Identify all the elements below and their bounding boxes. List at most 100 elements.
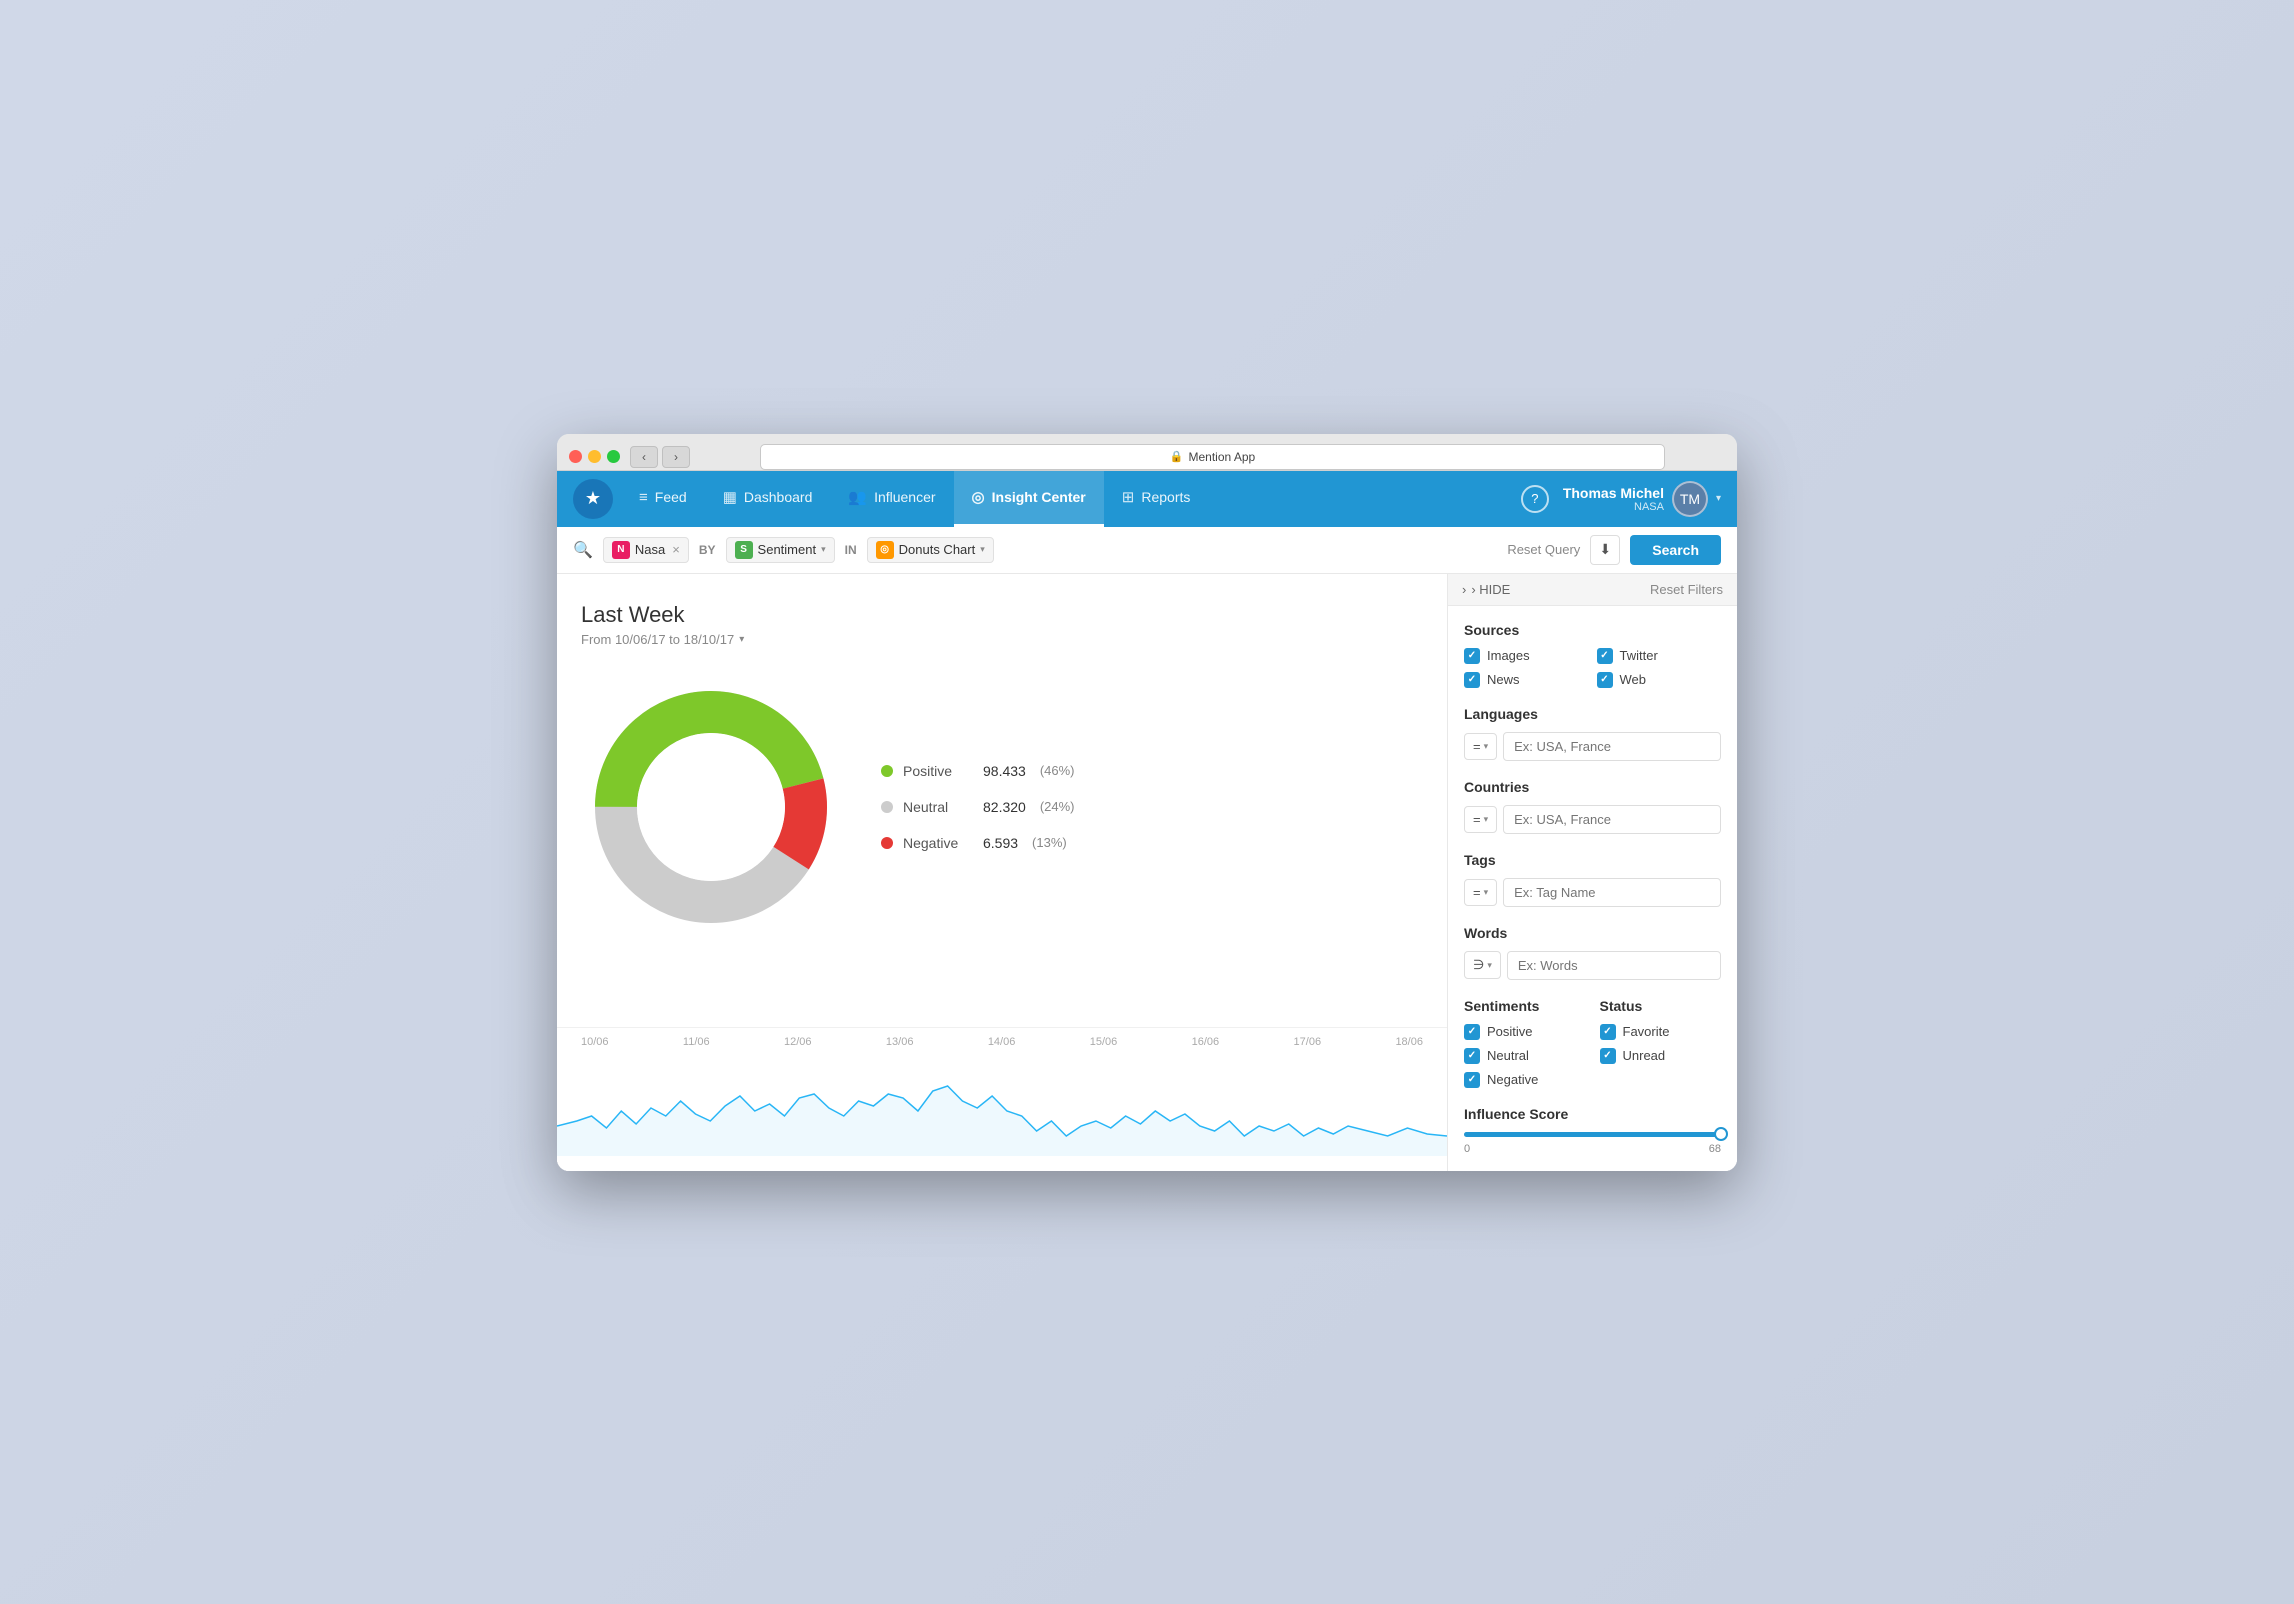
sentiment-neutral-checkbox[interactable] [1464, 1048, 1480, 1064]
sentiments-checkboxes: Positive Neutral Negative [1464, 1024, 1586, 1088]
period-range[interactable]: From 10/06/17 to 18/10/17 ▾ [581, 632, 1423, 647]
source-web[interactable]: Web [1597, 672, 1722, 688]
words-op-arrow-icon: ▾ [1487, 960, 1492, 971]
sentiment-positive-checkbox[interactable] [1464, 1024, 1480, 1040]
period-range-text: From 10/06/17 to 18/10/17 [581, 632, 734, 647]
languages-op[interactable]: = ▾ [1464, 733, 1497, 760]
slider-track [1464, 1132, 1721, 1137]
slider-labels: 0 68 [1464, 1143, 1721, 1155]
sentiment-positive[interactable]: Positive [1464, 1024, 1586, 1040]
positive-value: 98.433 [983, 763, 1026, 779]
close-button[interactable] [569, 450, 582, 463]
query-tag-donuts-chart[interactable]: ◎ Donuts Chart ▾ [867, 537, 994, 563]
donuts-dropdown-icon: ▾ [980, 544, 985, 555]
query-tag-sentiment[interactable]: S Sentiment ▾ [726, 537, 835, 563]
status-favorite[interactable]: Favorite [1600, 1024, 1722, 1040]
date-4: 14/06 [988, 1036, 1016, 1048]
chart-section: Last Week From 10/06/17 to 18/10/17 ▾ [557, 574, 1447, 1171]
words-input[interactable] [1507, 951, 1721, 980]
words-row: ∋ ▾ [1464, 951, 1721, 980]
forward-button[interactable]: › [662, 446, 690, 468]
nav-items: ≡ Feed ▦ Dashboard 👥 Influencer ◎ Insigh… [621, 471, 1521, 527]
slider-max: 68 [1709, 1143, 1721, 1155]
words-op[interactable]: ∋ ▾ [1464, 951, 1501, 979]
nav-item-label: Influencer [874, 489, 935, 505]
chevron-down-icon: ▾ [1716, 493, 1721, 504]
countries-op-arrow-icon: ▾ [1484, 814, 1489, 825]
news-label: News [1487, 672, 1520, 687]
tags-op-label: = [1473, 885, 1481, 900]
web-checkbox[interactable] [1597, 672, 1613, 688]
hide-button[interactable]: › › HIDE [1462, 582, 1510, 597]
languages-op-label: = [1473, 739, 1481, 754]
dashboard-icon: ▦ [723, 488, 737, 506]
unread-checkbox[interactable] [1600, 1048, 1616, 1064]
address-bar[interactable]: 🔒 Mention App [760, 444, 1665, 470]
hide-bar: › › HIDE Reset Filters [1448, 574, 1737, 606]
words-title: Words [1464, 925, 1721, 941]
date-7: 17/06 [1294, 1036, 1322, 1048]
help-button[interactable]: ? [1521, 485, 1549, 513]
sentiment-negative-checkbox[interactable] [1464, 1072, 1480, 1088]
sentiments-status-row: Sentiments Positive Neutral [1464, 998, 1721, 1088]
back-button[interactable]: ‹ [630, 446, 658, 468]
influence-score-section: Influence Score 0 68 [1464, 1106, 1721, 1155]
period-range-arrow-icon: ▾ [739, 634, 744, 645]
sentiment-neutral[interactable]: Neutral [1464, 1048, 1586, 1064]
nav-logo[interactable]: ★ [573, 479, 613, 519]
download-button[interactable]: ⬇ [1590, 535, 1620, 565]
status-unread[interactable]: Unread [1600, 1048, 1722, 1064]
nav-item-insight-center[interactable]: ◎ Insight Center [954, 471, 1104, 527]
hide-arrow-icon: › [1462, 582, 1466, 597]
nav-item-label: Dashboard [744, 489, 813, 505]
countries-row: = ▾ [1464, 805, 1721, 834]
query-in-label: IN [845, 543, 857, 557]
browser-nav-buttons: ‹ › [630, 446, 690, 468]
user-text: Thomas Michel NASA [1563, 485, 1664, 513]
tags-op[interactable]: = ▾ [1464, 879, 1497, 906]
minimize-button[interactable] [588, 450, 601, 463]
negative-pct: (13%) [1032, 835, 1067, 850]
user-info[interactable]: Thomas Michel NASA TM ▾ [1563, 481, 1721, 517]
countries-op[interactable]: = ▾ [1464, 806, 1497, 833]
slider-min: 0 [1464, 1143, 1470, 1155]
reset-filters-button[interactable]: Reset Filters [1650, 582, 1723, 597]
influence-slider[interactable]: 0 68 [1464, 1132, 1721, 1155]
images-checkbox[interactable] [1464, 648, 1480, 664]
negative-value: 6.593 [983, 835, 1018, 851]
search-icon[interactable]: 🔍 [573, 540, 593, 560]
slider-fill [1464, 1132, 1721, 1137]
sentiment-label: Sentiment [758, 542, 817, 557]
search-button[interactable]: Search [1630, 535, 1721, 565]
slider-thumb[interactable] [1714, 1127, 1728, 1141]
query-tag-nasa[interactable]: N Nasa × [603, 537, 689, 563]
nav-item-dashboard[interactable]: ▦ Dashboard [705, 471, 831, 527]
languages-input[interactable] [1503, 732, 1721, 761]
twitter-label: Twitter [1620, 648, 1658, 663]
browser-window: ‹ › 🔒 Mention App ★ ≡ Feed ▦ Dashboard [557, 434, 1737, 1171]
top-nav: ★ ≡ Feed ▦ Dashboard 👥 Influencer ◎ Insi… [557, 471, 1737, 527]
reset-query-button[interactable]: Reset Query [1507, 542, 1580, 557]
star-icon: ★ [585, 488, 601, 509]
tags-input[interactable] [1503, 878, 1721, 907]
sentiment-negative[interactable]: Negative [1464, 1072, 1586, 1088]
news-checkbox[interactable] [1464, 672, 1480, 688]
nasa-close-icon[interactable]: × [672, 542, 680, 557]
source-news[interactable]: News [1464, 672, 1589, 688]
timeline-chart [557, 1056, 1447, 1171]
maximize-button[interactable] [607, 450, 620, 463]
date-3: 13/06 [886, 1036, 914, 1048]
nav-item-reports[interactable]: ⊞ Reports [1104, 471, 1209, 527]
nav-item-influencer[interactable]: 👥 Influencer [830, 471, 953, 527]
right-panel: › › HIDE Reset Filters Sources Images [1447, 574, 1737, 1171]
languages-title: Languages [1464, 706, 1721, 722]
date-8: 18/06 [1395, 1036, 1423, 1048]
source-twitter[interactable]: Twitter [1597, 648, 1722, 664]
favorite-checkbox[interactable] [1600, 1024, 1616, 1040]
unread-label: Unread [1623, 1048, 1666, 1063]
countries-input[interactable] [1503, 805, 1721, 834]
twitter-checkbox[interactable] [1597, 648, 1613, 664]
nav-item-label: Insight Center [992, 489, 1086, 505]
nav-item-feed[interactable]: ≡ Feed [621, 471, 705, 527]
source-images[interactable]: Images [1464, 648, 1589, 664]
